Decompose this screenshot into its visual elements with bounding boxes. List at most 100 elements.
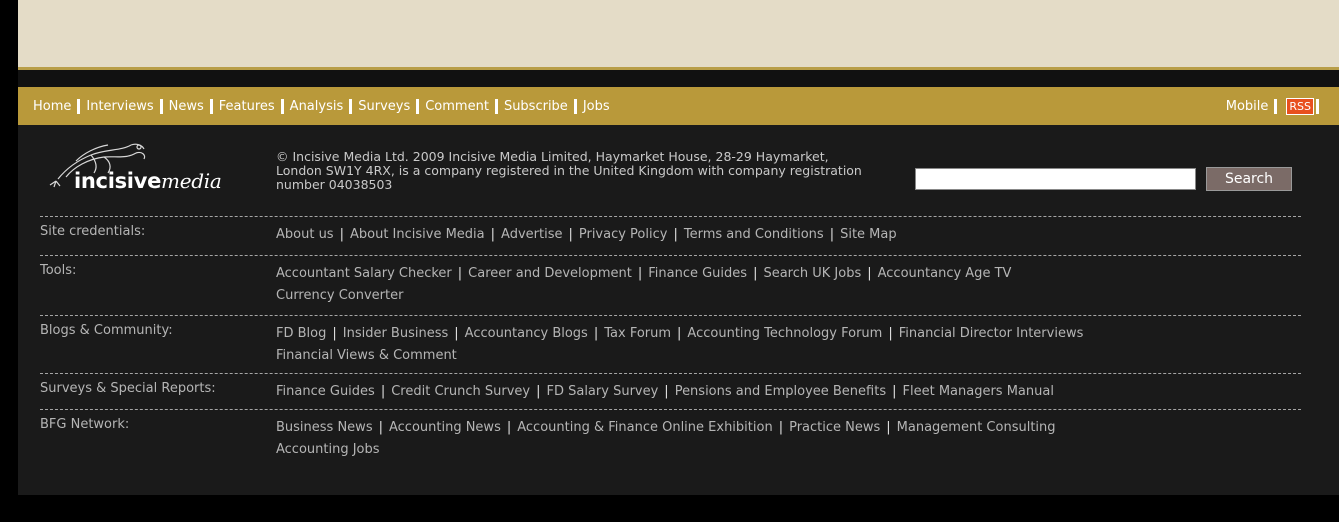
nav-separator <box>416 98 420 114</box>
logo-wordmark: incisivemedia <box>74 169 222 193</box>
link-separator: | <box>673 227 678 242</box>
main-navigation: Home Interviews News Features Analysis Survey… <box>18 87 1339 125</box>
link-separator: | <box>339 227 344 242</box>
link-separator: | <box>536 384 541 399</box>
footer-link[interactable]: Accountancy Blogs <box>465 326 588 341</box>
link-separator: | <box>892 384 897 399</box>
nav-link-features[interactable]: Features <box>219 99 275 114</box>
footer-link[interactable]: Business News <box>276 420 373 435</box>
footer-link[interactable]: Accounting Jobs <box>276 442 380 457</box>
page-wrapper: Home Interviews News Features Analysis Survey… <box>18 0 1339 522</box>
rss-icon[interactable]: RSS <box>1286 97 1314 115</box>
logo-text-bold: incisive <box>74 169 162 193</box>
link-row: Currency Converter <box>276 285 1296 307</box>
incisive-media-logo[interactable]: incisivemedia <box>36 139 236 199</box>
section-label: Site credentials: <box>40 224 146 239</box>
footer-link[interactable]: Insider Business <box>343 326 449 341</box>
footer-link[interactable]: Accountant Salary Checker <box>276 266 452 281</box>
nav-link-home[interactable]: Home <box>33 99 71 114</box>
footer-link[interactable]: Currency Converter <box>276 288 403 303</box>
link-separator: | <box>378 420 383 435</box>
link-separator: | <box>568 227 573 242</box>
footer-link[interactable]: Fleet Managers Manual <box>903 384 1054 399</box>
nav-link-comment[interactable]: Comment <box>425 99 489 114</box>
search-button[interactable]: Search <box>1206 167 1292 191</box>
nav-separator <box>209 98 213 114</box>
link-row: Business News | Accounting News | Accounting… <box>276 417 1296 439</box>
section-links: FD Blog | Insider Business | Accountancy Blo… <box>276 323 1296 367</box>
nav-link-jobs[interactable]: Jobs <box>583 99 610 114</box>
footer-link[interactable]: About Incisive Media <box>350 227 485 242</box>
link-separator: | <box>506 420 512 435</box>
logo-text-italic: media <box>161 169 222 193</box>
section-label: Surveys & Special Reports: <box>40 381 216 396</box>
footer-link[interactable]: Privacy Policy <box>579 227 668 242</box>
link-separator: | <box>778 420 784 435</box>
nav-link-interviews[interactable]: Interviews <box>86 99 153 114</box>
footer-link[interactable]: FD Salary Survey <box>546 384 658 399</box>
nav-link-news[interactable]: News <box>169 99 204 114</box>
nav-mobile-link[interactable]: Mobile <box>1226 99 1269 114</box>
banner-gap <box>18 70 1339 87</box>
nav-link-surveys[interactable]: Surveys <box>358 99 410 114</box>
footer-link[interactable]: Finance Guides <box>648 266 747 281</box>
footer-section-blogs-community: Blogs & Community: FD Blog | Insider Busin… <box>40 315 1301 363</box>
footer-link[interactable]: Terms and Conditions <box>684 227 824 242</box>
nav-separator <box>573 98 577 114</box>
footer-link[interactable]: Finance Guides <box>276 384 375 399</box>
top-banner <box>18 0 1339 70</box>
footer-link[interactable]: Financial Views & Comment <box>276 348 457 363</box>
nav-link-subscribe[interactable]: Subscribe <box>504 99 568 114</box>
footer-section-site-credentials: Site credentials: About us | About Incisiv… <box>40 216 1301 242</box>
copyright-notice: © Incisive Media Ltd. 2009 Incisive Medi… <box>276 149 862 192</box>
nav-right: Mobile RSS <box>1226 87 1325 125</box>
footer-link[interactable]: Accounting News <box>389 420 501 435</box>
footer-link[interactable]: Financial Director Interviews <box>899 326 1084 341</box>
footer-link[interactable]: Tax Forum <box>604 326 671 341</box>
site-footer: incisivemedia © Incisive Media Ltd. 2009… <box>18 125 1339 495</box>
link-separator: | <box>888 326 893 341</box>
section-links: Business News | Accounting News | Accounting… <box>276 417 1296 461</box>
link-separator: | <box>490 227 496 242</box>
link-separator: | <box>677 326 682 341</box>
footer-section-bfg-network: BFG Network: Business News | Accounting Ne… <box>40 409 1301 457</box>
footer-link[interactable]: FD Blog <box>276 326 326 341</box>
link-separator: | <box>457 266 463 281</box>
footer-section-tools: Tools: Accountant Salary Checker | Career … <box>40 255 1301 303</box>
link-row: Financial Views & Comment <box>276 345 1296 367</box>
link-separator: | <box>637 266 643 281</box>
link-separator: | <box>753 266 758 281</box>
footer-link[interactable]: Management Consulting <box>897 420 1056 435</box>
footer-link[interactable]: Search UK Jobs <box>763 266 861 281</box>
section-label: Tools: <box>40 263 77 278</box>
link-separator: | <box>332 326 337 341</box>
footer-link[interactable]: About us <box>276 227 334 242</box>
nav-separator <box>494 98 498 114</box>
link-row: FD Blog | Insider Business | Accountancy Blo… <box>276 323 1296 345</box>
section-label: BFG Network: <box>40 417 130 432</box>
search-input[interactable] <box>915 168 1196 190</box>
link-row: Accountant Salary Checker | Career and Dev… <box>276 263 1296 285</box>
link-separator: | <box>829 227 835 242</box>
footer-link[interactable]: Site Map <box>840 227 897 242</box>
nav-link-analysis[interactable]: Analysis <box>290 99 344 114</box>
link-separator: | <box>593 326 599 341</box>
link-separator: | <box>664 384 669 399</box>
footer-link[interactable]: Accounting Technology Forum <box>687 326 882 341</box>
link-row: About us | About Incisive Media | Advertise |… <box>276 224 1296 246</box>
section-links: Finance Guides | Credit Crunch Survey | FD S… <box>276 381 1296 403</box>
nav-separator <box>159 98 163 114</box>
section-links: Accountant Salary Checker | Career and Dev… <box>276 263 1296 307</box>
footer-link[interactable]: Advertise <box>501 227 562 242</box>
footer-link[interactable]: Pensions and Employee Benefits <box>675 384 886 399</box>
footer-link[interactable]: Career and Development <box>468 266 632 281</box>
footer-section-surveys-reports: Surveys & Special Reports: Finance Guide… <box>40 373 1301 399</box>
footer-link[interactable]: Accountancy Age TV <box>878 266 1012 281</box>
link-row: Accounting Jobs <box>276 439 1296 461</box>
section-links: About us | About Incisive Media | Advertise |… <box>276 224 1296 246</box>
footer-link[interactable]: Accounting & Finance Online Exhibition <box>517 420 772 435</box>
nav-separator <box>349 98 353 114</box>
nav-links: Home Interviews News Features Analysis Survey… <box>33 87 610 125</box>
footer-link[interactable]: Credit Crunch Survey <box>391 384 530 399</box>
footer-link[interactable]: Practice News <box>789 420 880 435</box>
